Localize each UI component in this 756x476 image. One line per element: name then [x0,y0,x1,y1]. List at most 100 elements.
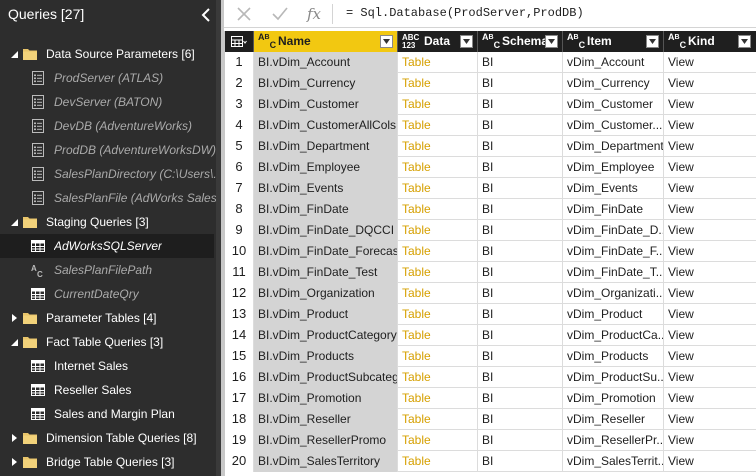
cell-item[interactable]: vDim_Customer [563,94,664,115]
expand-arrow-down-icon[interactable] [9,49,19,59]
table-link-cell[interactable]: Table [398,199,478,220]
row-number[interactable]: 9 [225,220,254,241]
cell-kind[interactable]: View [664,115,756,136]
query-item[interactable]: ProdServer (ATLAS) [0,66,221,90]
cell-item[interactable]: vDim_Customer... [563,115,664,136]
cell-name[interactable]: BI.vDim_FinDate_DQCCI [254,220,398,241]
query-group[interactable]: Bridge Table Queries [3] [0,450,221,474]
row-number[interactable]: 4 [225,115,254,136]
cell-item[interactable]: vDim_Organizati... [563,283,664,304]
cell-schema[interactable]: BI [478,304,563,325]
expand-arrow-right-icon[interactable] [9,313,19,323]
column-type-icon[interactable]: ABC [668,33,686,50]
cell-item[interactable]: vDim_SalesTerrit... [563,451,664,472]
row-number[interactable]: 20 [225,451,254,472]
query-group[interactable]: Data Source Parameters [6] [0,42,221,66]
cell-name[interactable]: BI.vDim_Customer [254,94,398,115]
table-link-cell[interactable]: Table [398,178,478,199]
row-number[interactable]: 19 [225,430,254,451]
cell-schema[interactable]: BI [478,346,563,367]
cell-name[interactable]: BI.vDim_ProductCategory [254,325,398,346]
cell-schema[interactable]: BI [478,73,563,94]
query-item[interactable]: Sales and Margin Plan [0,402,221,426]
table-link-cell[interactable]: Table [398,325,478,346]
column-header-kind[interactable]: ABC Kind [664,31,756,52]
column-header-schema[interactable]: ABC Schema [478,31,563,52]
cell-item[interactable]: vDim_ProductSu... [563,367,664,388]
cell-name[interactable]: BI.vDim_Product [254,304,398,325]
cell-kind[interactable]: View [664,367,756,388]
cell-schema[interactable]: BI [478,262,563,283]
cell-item[interactable]: vDim_FinDate [563,199,664,220]
column-header-item[interactable]: ABC Item [563,31,664,52]
query-group[interactable]: Staging Queries [3] [0,210,221,234]
cell-name[interactable]: BI.vDim_Organization [254,283,398,304]
table-link-cell[interactable]: Table [398,283,478,304]
cell-name[interactable]: BI.vDim_Currency [254,73,398,94]
cell-schema[interactable]: BI [478,220,563,241]
cell-schema[interactable]: BI [478,115,563,136]
formula-input[interactable]: = Sql.Database(ProdServer,ProdDB) [346,6,584,20]
table-link-cell[interactable]: Table [398,220,478,241]
column-filter-button[interactable] [646,35,659,48]
cell-schema[interactable]: BI [478,52,563,73]
expand-arrow-down-icon[interactable] [9,217,19,227]
cell-name[interactable]: BI.vDim_CustomerAllCols [254,115,398,136]
cell-schema[interactable]: BI [478,199,563,220]
query-item[interactable]: SalesPlanDirectory (C:\Users\... [0,162,221,186]
table-link-cell[interactable]: Table [398,430,478,451]
cancel-formula-button[interactable] [232,2,256,26]
table-link-cell[interactable]: Table [398,52,478,73]
table-link-cell[interactable]: Table [398,367,478,388]
expand-arrow-right-icon[interactable] [9,457,19,467]
row-number[interactable]: 11 [225,262,254,283]
table-link-cell[interactable]: Table [398,262,478,283]
cell-schema[interactable]: BI [478,283,563,304]
row-number[interactable]: 17 [225,388,254,409]
query-group[interactable]: Parameter Tables [4] [0,306,221,330]
cell-name[interactable]: BI.vDim_Products [254,346,398,367]
cell-kind[interactable]: View [664,304,756,325]
query-item[interactable]: ProdDB (AdventureWorksDW) [0,138,221,162]
cell-name[interactable]: BI.vDim_FinDate_Test [254,262,398,283]
column-header-data[interactable]: ABC 123 Data [398,31,478,52]
cell-kind[interactable]: View [664,94,756,115]
cell-name[interactable]: BI.vDim_Reseller [254,409,398,430]
row-number[interactable]: 12 [225,283,254,304]
query-item[interactable]: DevServer (BATON) [0,90,221,114]
cell-kind[interactable]: View [664,220,756,241]
row-number[interactable]: 2 [225,73,254,94]
expand-arrow-down-icon[interactable] [9,337,19,347]
column-type-icon[interactable]: ABC [482,33,500,50]
column-filter-button[interactable] [380,35,393,48]
cell-schema[interactable]: BI [478,430,563,451]
insert-function-button[interactable]: fx [302,2,326,26]
cell-kind[interactable]: View [664,241,756,262]
row-number[interactable]: 10 [225,241,254,262]
cell-name[interactable]: BI.vDim_Promotion [254,388,398,409]
cell-item[interactable]: vDim_ResellerPr... [563,430,664,451]
cell-item[interactable]: vDim_Employee [563,157,664,178]
cell-schema[interactable]: BI [478,94,563,115]
table-link-cell[interactable]: Table [398,388,478,409]
cell-kind[interactable]: View [664,136,756,157]
row-number[interactable]: 1 [225,52,254,73]
cell-kind[interactable]: View [664,199,756,220]
cell-name[interactable]: BI.vDim_FinDate_Forecast [254,241,398,262]
cell-kind[interactable]: View [664,262,756,283]
cell-item[interactable]: vDim_Promotion [563,388,664,409]
query-item[interactable]: A C SalesPlanFilePath [0,258,221,282]
expand-arrow-right-icon[interactable] [9,433,19,443]
cell-kind[interactable]: View [664,388,756,409]
cell-kind[interactable]: View [664,409,756,430]
cell-schema[interactable]: BI [478,178,563,199]
row-number[interactable]: 15 [225,346,254,367]
table-link-cell[interactable]: Table [398,346,478,367]
cell-schema[interactable]: BI [478,451,563,472]
cell-item[interactable]: vDim_Products [563,346,664,367]
table-link-cell[interactable]: Table [398,157,478,178]
cell-schema[interactable]: BI [478,157,563,178]
column-header-name[interactable]: ABC Name [254,31,398,52]
cell-schema[interactable]: BI [478,136,563,157]
row-number[interactable]: 13 [225,304,254,325]
